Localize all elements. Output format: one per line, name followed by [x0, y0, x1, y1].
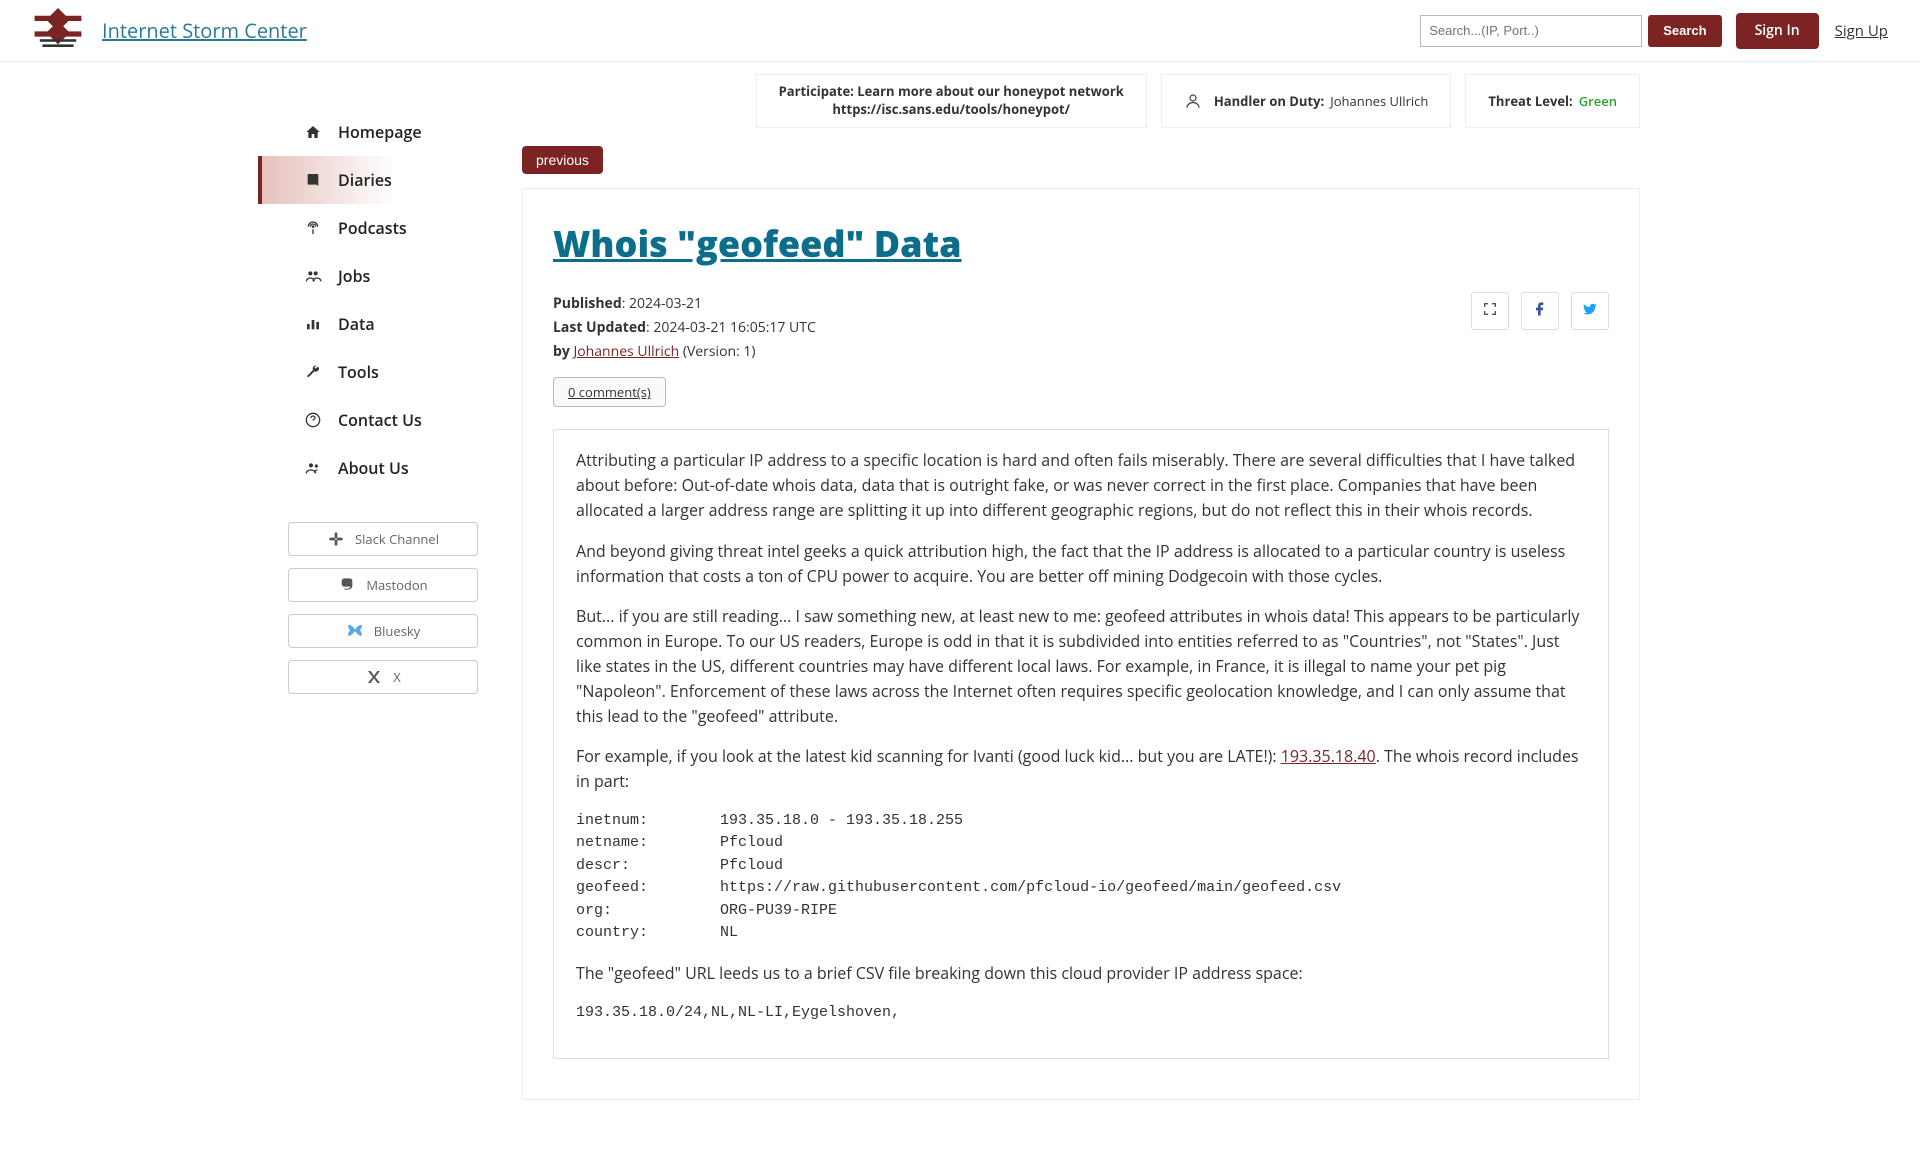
sidebar-item-label: Podcasts [338, 217, 407, 239]
mastodon-icon [338, 577, 356, 593]
question-icon [302, 411, 324, 429]
article-title[interactable]: Whois "geofeed" Data [553, 219, 1609, 268]
sidebar-item-tools[interactable]: Tools [258, 348, 508, 396]
article-card: Whois "geofeed" Data Published: 2024-03-… [522, 188, 1640, 1100]
para-5: The "geofeed" URL leeds us to a brief CS… [576, 961, 1586, 986]
para-1: Attributing a particular IP address to a… [576, 448, 1586, 522]
sidebar-item-label: Contact Us [338, 409, 422, 431]
ip-link[interactable]: 193.35.18.40 [1281, 745, 1376, 767]
handler-on-duty-card: Handler on Duty: Johannes Ullrich [1161, 74, 1452, 128]
whois-block: inetnum: 193.35.18.0 - 193.35.18.255 net… [576, 810, 1586, 945]
sans-logo[interactable] [32, 9, 84, 53]
csv-block: 193.35.18.0/24,NL,NL-LI,Eygelshoven, [576, 1002, 1586, 1025]
person-icon [1184, 92, 1204, 110]
threat-value: Green [1579, 92, 1617, 110]
podcast-icon [302, 219, 324, 237]
info-row: Participate: Learn more about our honeyp… [522, 74, 1640, 128]
social-label: Mastodon [366, 576, 427, 594]
participate-line2: https://isc.sans.edu/tools/honeypot/ [832, 101, 1070, 119]
threat-label: Threat Level: [1488, 92, 1572, 110]
published-value: 2024-03-21 [629, 294, 702, 313]
topbar: Internet Storm Center Search Sign In Sig… [0, 0, 1920, 62]
threat-level-card: Threat Level: Green [1465, 74, 1640, 128]
sidebar-item-diaries[interactable]: Diaries [258, 156, 508, 204]
search-input[interactable] [1420, 15, 1642, 47]
article-body: Attributing a particular IP address to a… [553, 429, 1609, 1059]
published-label: Published [553, 294, 622, 313]
author-link[interactable]: Johannes Ullrich [573, 342, 679, 361]
sidebar-item-label: Jobs [338, 265, 370, 287]
social-links: Slack Channel Mastodon Bluesky X [258, 522, 508, 694]
social-label: X [393, 668, 401, 686]
sidebar-item-label: Data [338, 313, 375, 335]
sidebar-item-label: Tools [338, 361, 379, 383]
x-icon [365, 669, 383, 685]
participate-card[interactable]: Participate: Learn more about our honeyp… [756, 74, 1147, 128]
facebook-icon [1532, 301, 1548, 322]
jobs-icon [302, 267, 324, 285]
sidebar-item-about[interactable]: About Us [258, 444, 508, 492]
bluesky-icon [346, 623, 364, 639]
chart-icon [302, 315, 324, 333]
social-bluesky[interactable]: Bluesky [288, 614, 478, 648]
sidebar-item-label: About Us [338, 457, 409, 479]
share-icons [1471, 292, 1609, 330]
sidebar-item-contact[interactable]: Contact Us [258, 396, 508, 444]
expand-icon [1482, 301, 1498, 322]
people-icon [302, 459, 324, 477]
slack-icon [327, 531, 345, 547]
sidebar-item-homepage[interactable]: Homepage [258, 108, 508, 156]
twitter-icon [1582, 301, 1598, 322]
updated-label: Last Updated [553, 318, 646, 337]
sidebar-item-jobs[interactable]: Jobs [258, 252, 508, 300]
main-column: Participate: Learn more about our honeyp… [522, 74, 1640, 1100]
para-4: For example, if you look at the latest k… [576, 744, 1586, 794]
version: (Version: 1) [683, 342, 756, 361]
para-3: But... if you are still reading... I saw… [576, 604, 1586, 728]
hod-value: Johannes Ullrich [1330, 92, 1428, 110]
social-label: Bluesky [374, 622, 421, 640]
previous-button[interactable]: previous [522, 146, 603, 174]
share-facebook-button[interactable] [1521, 292, 1559, 330]
sidebar-item-label: Homepage [338, 121, 422, 143]
social-label: Slack Channel [355, 530, 439, 548]
home-icon [302, 123, 324, 141]
search-button[interactable]: Search [1648, 15, 1721, 47]
social-mastodon[interactable]: Mastodon [288, 568, 478, 602]
updated-value: 2024-03-21 16:05:17 UTC [653, 318, 815, 337]
participate-line1: Participate: Learn more about our honeyp… [779, 83, 1124, 101]
share-twitter-button[interactable] [1571, 292, 1609, 330]
sidebar: Homepage Diaries Podcasts Jobs Data [258, 74, 508, 694]
para-2: And beyond giving threat intel geeks a q… [576, 539, 1586, 589]
wrench-icon [302, 363, 324, 381]
social-x[interactable]: X [288, 660, 478, 694]
sign-in-button[interactable]: Sign In [1736, 13, 1819, 49]
book-icon [302, 171, 324, 189]
sidebar-item-data[interactable]: Data [258, 300, 508, 348]
brand-link[interactable]: Internet Storm Center [102, 17, 307, 44]
sign-up-link[interactable]: Sign Up [1835, 21, 1888, 41]
share-fullscreen-button[interactable] [1471, 292, 1509, 330]
article-meta: Published: 2024-03-21 Last Updated: 2024… [553, 292, 816, 363]
hod-label: Handler on Duty: [1214, 92, 1324, 110]
by-label: by [553, 342, 570, 361]
comments-button[interactable]: 0 comment(s) [553, 377, 666, 407]
sidebar-item-podcasts[interactable]: Podcasts [258, 204, 508, 252]
social-slack[interactable]: Slack Channel [288, 522, 478, 556]
sidebar-item-label: Diaries [338, 169, 392, 191]
